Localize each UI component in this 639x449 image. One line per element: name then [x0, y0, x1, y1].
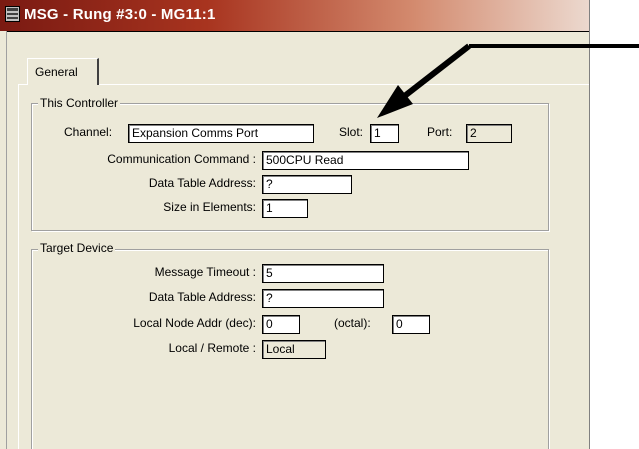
msg-instruction-icon	[5, 6, 20, 22]
msg-dialog-window: MSG - Rung #3:0 - MG11:1 General This Co…	[0, 0, 590, 449]
window-frame-edge	[0, 31, 7, 449]
tab-general[interactable]: General	[27, 58, 99, 85]
local-remote-label: Local / Remote :	[168, 341, 256, 355]
communication-command-label: Communication Command :	[107, 152, 256, 166]
target-data-table-address-label: Data Table Address:	[148, 290, 256, 304]
local-node-addr-dec-field[interactable]: 0	[262, 315, 300, 334]
slot-field[interactable]: 1	[370, 124, 399, 143]
local-node-addr-dec-label: Local Node Addr (dec):	[133, 316, 256, 330]
window-title: MSG - Rung #3:0 - MG11:1	[24, 6, 216, 23]
size-in-elements-label: Size in Elements:	[163, 200, 256, 214]
slot-label: Slot:	[339, 125, 364, 139]
local-node-addr-octal-field[interactable]: 0	[392, 315, 430, 334]
target-data-table-address-field[interactable]: ?	[262, 289, 384, 308]
data-table-address-field[interactable]: ?	[262, 175, 352, 194]
local-node-addr-octal-label: (octal):	[334, 316, 371, 330]
communication-command-field[interactable]: 500CPU Read	[262, 151, 469, 170]
data-table-address-label: Data Table Address:	[148, 176, 256, 190]
port-field: 2	[466, 124, 512, 143]
tab-general-label: General	[35, 65, 78, 79]
port-label: Port:	[427, 125, 453, 139]
title-bar[interactable]: MSG - Rung #3:0 - MG11:1	[0, 0, 589, 32]
size-in-elements-field[interactable]: 1	[262, 199, 308, 218]
message-timeout-label: Message Timeout :	[154, 265, 256, 279]
local-remote-field: Local	[262, 340, 326, 359]
channel-field[interactable]: Expansion Comms Port	[128, 124, 314, 143]
channel-label: Channel:	[64, 125, 113, 139]
this-controller-legend: This Controller	[38, 96, 121, 110]
target-device-legend: Target Device	[38, 241, 116, 255]
message-timeout-field[interactable]: 5	[262, 264, 384, 283]
